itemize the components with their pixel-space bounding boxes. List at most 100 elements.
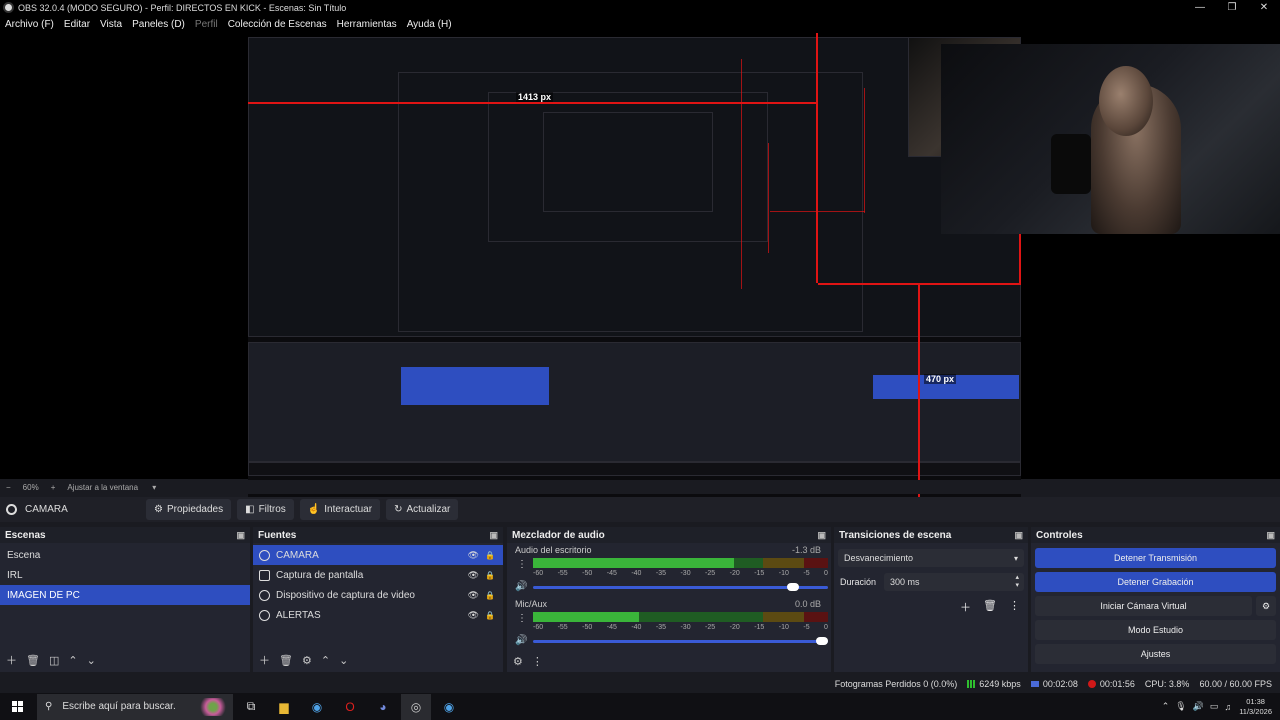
volume-slider[interactable]	[533, 637, 828, 645]
stop-record-button[interactable]: Detener Grabación	[1035, 572, 1276, 592]
source-toolbar: CAMARA ⚙ Propiedades ◧ Filtros ☝ Interactua…	[0, 497, 1280, 522]
spinner-icon[interactable]: ▴ ▾	[1015, 574, 1019, 590]
undock-icon[interactable]: ▣	[1266, 530, 1275, 541]
trash-icon[interactable]: 🗑	[983, 599, 997, 615]
lock-icon[interactable]: 🔒	[485, 571, 495, 580]
undock-icon[interactable]: ▣	[817, 530, 826, 541]
chevron-down-icon: ▾	[1013, 553, 1018, 563]
scene-item-imagen-de-pc[interactable]: IMAGEN DE PC	[0, 585, 250, 605]
volume-slider[interactable]	[533, 583, 828, 591]
transition-menu-icon[interactable]: ⋮	[1009, 599, 1020, 615]
eye-icon[interactable]: 👁	[468, 610, 479, 621]
gear-icon: ⚙	[1261, 600, 1271, 611]
windows-start-icon[interactable]	[12, 701, 23, 712]
undock-icon[interactable]: ▣	[489, 530, 498, 541]
source-item-dispositivo-video[interactable]: Dispositivo de captura de video 👁 🔒	[253, 585, 503, 605]
add-scene-icon[interactable]: ＋	[6, 652, 17, 668]
menu-file[interactable]: Archivo (F)	[5, 19, 54, 30]
mixer-dock-footer: ⚙ ⋮	[513, 655, 552, 668]
discord-icon[interactable]: ◕	[368, 694, 398, 720]
trash-icon[interactable]: 🗑	[26, 654, 40, 667]
menu-edit[interactable]: Editar	[64, 19, 90, 30]
mixer-menu-icon[interactable]: ⋮	[532, 655, 543, 668]
mixer-dock-header: Mezclador de audio ▣	[507, 527, 831, 543]
scale-tick: -30	[680, 624, 691, 631]
scene-item-escena[interactable]: Escena	[0, 545, 250, 565]
minimize-button[interactable]: —	[1184, 0, 1216, 15]
obs-icon[interactable]: ◎	[401, 693, 431, 720]
tray-chevron-icon[interactable]: ⌃	[1162, 701, 1170, 712]
menu-view[interactable]: Vista	[100, 19, 122, 30]
filters-button[interactable]: ◧ Filtros	[237, 499, 294, 520]
add-source-icon[interactable]: ＋	[259, 652, 270, 668]
file-explorer-icon[interactable]: ▆	[269, 694, 299, 720]
gear-icon[interactable]: ⚙	[302, 654, 312, 667]
zoom-plus-button[interactable]: +	[51, 483, 56, 492]
eye-icon[interactable]: 👁	[468, 550, 479, 561]
undock-icon[interactable]: ▣	[1014, 530, 1023, 541]
volume-knob[interactable]	[786, 583, 799, 591]
lock-icon[interactable]: 🔒	[485, 591, 495, 600]
menu-tools[interactable]: Herramientas	[337, 19, 397, 30]
scene-filter-icon[interactable]: ◫	[49, 654, 59, 667]
add-transition-icon[interactable]: ＋	[960, 599, 971, 615]
scene-item-irl[interactable]: IRL	[0, 565, 250, 585]
settings-button[interactable]: Ajustes	[1035, 644, 1276, 664]
lock-icon[interactable]: 🔒	[485, 611, 495, 620]
refresh-button[interactable]: ↻ Actualizar	[386, 499, 459, 520]
source-item-alertas[interactable]: ALERTAS 👁 🔒	[253, 605, 503, 625]
menu-profile[interactable]: Perfil	[195, 19, 218, 30]
transition-select[interactable]: Desvanecimiento ▾	[838, 549, 1024, 567]
interact-button[interactable]: ☝ Interactuar	[299, 499, 381, 520]
clock[interactable]: 01:38 11/3/2026	[1239, 697, 1272, 717]
menu-help[interactable]: Ayuda (H)	[407, 19, 452, 30]
preview-canvas[interactable]	[248, 37, 1021, 508]
stop-stream-button[interactable]: Detener Transmisión	[1035, 548, 1276, 568]
trash-icon[interactable]: 🗑	[279, 654, 293, 667]
undock-icon[interactable]: ▣	[236, 530, 245, 541]
speaker-icon[interactable]: 🔊	[515, 635, 527, 646]
network-icon[interactable]: ▭	[1210, 701, 1219, 712]
studio-mode-button[interactable]: Modo Estudio	[1035, 620, 1276, 640]
channel-menu-icon[interactable]: ⋮	[517, 613, 527, 624]
taskbar-search[interactable]: ⚲ Escribe aquí para buscar.	[37, 693, 233, 720]
zoom-fit-select[interactable]: Ajustar a la ventana ▾	[67, 483, 156, 492]
current-source-label: CAMARA	[25, 504, 68, 515]
advanced-audio-icon[interactable]: ⚙	[513, 655, 523, 668]
virtual-camera-button[interactable]: Iniciar Cámara Virtual	[1035, 596, 1252, 616]
windows-taskbar: ⚲ Escribe aquí para buscar. ⧉ ▆ ◉ O ◕ ◎ …	[0, 693, 1280, 720]
preview-area[interactable]: 1413 px 470 px	[0, 33, 1280, 508]
steam-active-icon[interactable]: ◉	[434, 694, 464, 720]
source-item-camara[interactable]: CAMARA 👁 🔒	[253, 545, 503, 565]
virtual-camera-settings-button[interactable]: ⚙	[1256, 596, 1276, 616]
speaker-icon[interactable]: 🔊	[1193, 701, 1204, 712]
scale-tick: -20	[729, 624, 740, 631]
volume-knob[interactable]	[816, 637, 828, 645]
duration-input[interactable]: 300 ms ▴ ▾	[884, 573, 1024, 591]
eye-icon[interactable]: 👁	[468, 570, 479, 581]
move-down-icon[interactable]: ⌄	[339, 654, 348, 667]
steam-icon[interactable]: ◉	[302, 694, 332, 720]
zoom-level[interactable]: 60%	[23, 483, 39, 492]
close-button[interactable]: ✕	[1248, 0, 1280, 15]
lock-icon[interactable]: 🔒	[485, 551, 495, 560]
scale-tick: -45	[606, 624, 617, 631]
zoom-minus-button[interactable]: −	[6, 483, 11, 492]
properties-button[interactable]: ⚙ Propiedades	[146, 499, 232, 520]
volume-icon[interactable]: ♫	[1224, 702, 1231, 712]
window-controls: — ❐ ✕	[1184, 0, 1280, 15]
move-up-icon[interactable]: ⌃	[68, 654, 77, 667]
source-item-captura-pantalla[interactable]: Captura de pantalla 👁 🔒	[253, 565, 503, 585]
mic-icon[interactable]: 🎙	[1175, 701, 1186, 712]
opera-icon[interactable]: O	[335, 694, 365, 720]
hand-icon: ☝	[307, 504, 321, 515]
move-up-icon[interactable]: ⌃	[321, 654, 330, 667]
task-view-icon[interactable]: ⧉	[236, 694, 266, 720]
channel-menu-icon[interactable]: ⋮	[517, 559, 527, 570]
eye-icon[interactable]: 👁	[468, 590, 479, 601]
menu-docks[interactable]: Paneles (D)	[132, 19, 185, 30]
speaker-icon[interactable]: 🔊	[515, 581, 527, 592]
move-down-icon[interactable]: ⌄	[87, 654, 96, 667]
menu-scene-collection[interactable]: Colección de Escenas	[228, 19, 327, 30]
restore-button[interactable]: ❐	[1216, 0, 1248, 15]
